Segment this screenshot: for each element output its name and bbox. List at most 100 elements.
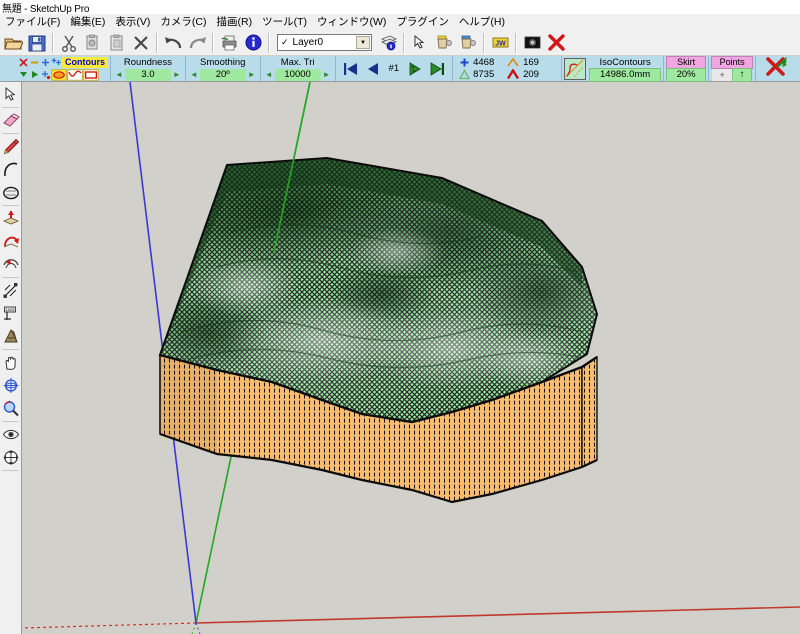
plus-dot-icon[interactable] (40, 69, 51, 80)
page-label: #1 (388, 63, 400, 74)
menu-file[interactable]: ファイル(F) (0, 14, 65, 30)
info-button[interactable] (241, 31, 265, 55)
undo-button[interactable] (161, 31, 185, 55)
paint-button[interactable] (432, 31, 456, 55)
menu-view[interactable]: 表示(V) (110, 14, 155, 30)
left-tool-palette: 1025 (0, 82, 22, 634)
tool-walk[interactable] (0, 446, 21, 469)
tool-scale[interactable] (0, 279, 21, 302)
chevron-down-icon[interactable]: ▼ (356, 36, 370, 49)
eraser-icon (460, 35, 476, 49)
contour-preview-button[interactable] (564, 57, 589, 80)
max-tri-decrement[interactable]: ◄ (263, 70, 275, 79)
window-title: 無題 - SketchUp Pro (2, 3, 90, 15)
smoothing-group: Smoothing ◄ 20º ► (186, 56, 261, 81)
plus-stack-icon[interactable] (51, 57, 62, 68)
plugin-close-group (756, 56, 796, 81)
menu-camera[interactable]: カメラ(C) (155, 14, 211, 30)
scale-icon (3, 283, 17, 298)
rect-shape-icon[interactable] (83, 68, 99, 81)
toolbar-separator (212, 32, 214, 53)
tool-circle[interactable] (0, 181, 21, 204)
tool-orbit[interactable] (0, 374, 21, 397)
nav-prev-button[interactable] (362, 61, 384, 77)
dash-icon[interactable] (29, 57, 40, 68)
blob-shape-icon[interactable] (51, 68, 67, 81)
plus-small-icon[interactable] (40, 57, 51, 68)
nav-last-button[interactable] (426, 61, 448, 77)
cut-button[interactable] (57, 31, 81, 55)
menu-plugins[interactable]: プラグイン (391, 14, 454, 30)
curve-shape-icon[interactable] (67, 68, 83, 81)
max-tri-value[interactable]: 10000 (274, 68, 321, 81)
triangle-down-icon[interactable] (18, 69, 29, 80)
play-icon[interactable] (29, 69, 40, 80)
open-button[interactable] (1, 31, 25, 55)
model-viewport[interactable] (22, 82, 800, 634)
max-tri-increment[interactable]: ► (321, 70, 333, 79)
check-icon: ✓ (281, 37, 289, 47)
soft-edge-icon (507, 57, 519, 67)
soft-edges-count: 169 (523, 57, 539, 68)
mesh-statistics: 4468 169 8735 209 (453, 56, 563, 81)
menu-tools[interactable]: ツール(T) (257, 14, 312, 30)
nav-prev-icon (367, 62, 378, 75)
close-render-button[interactable] (544, 31, 568, 55)
svg-text:JW: JW (495, 40, 506, 47)
print-button[interactable] (217, 31, 241, 55)
contours-label[interactable]: Contours (62, 57, 108, 68)
menu-edit[interactable]: 編集(E) (65, 14, 110, 30)
delete-button[interactable] (129, 31, 153, 55)
toolbar-separator (268, 32, 270, 53)
roundness-increment[interactable]: ► (171, 70, 183, 79)
tool-pencil[interactable] (0, 135, 21, 158)
main-toolbar: ✓ Layer0 ▼ JW (0, 30, 800, 56)
tool-rotate[interactable] (0, 230, 21, 253)
nav-next-icon (409, 61, 421, 76)
tool-select[interactable] (0, 83, 21, 106)
isocontours-value[interactable]: 14986.0mm (589, 67, 662, 82)
tool-text[interactable] (0, 325, 21, 348)
points-minus-button[interactable]: + (712, 68, 733, 81)
tool-eraser[interactable] (0, 109, 21, 132)
points-plus-icon (460, 58, 469, 67)
menu-window[interactable]: ウィンドウ(W) (312, 14, 391, 30)
x-mark-icon[interactable] (18, 57, 29, 68)
nav-next-button[interactable] (404, 61, 426, 77)
tool-pan[interactable] (0, 351, 21, 374)
roundness-decrement[interactable]: ◄ (113, 70, 125, 79)
info-icon (245, 34, 261, 51)
save-button[interactable] (25, 31, 49, 55)
points-plus-button[interactable]: ↑ (732, 67, 753, 82)
layers-manager-button[interactable] (376, 31, 400, 55)
tool-offset[interactable] (0, 253, 21, 276)
menu-help[interactable]: ヘルプ(H) (454, 14, 510, 30)
copy-button[interactable] (81, 31, 105, 55)
tool-zoom[interactable] (0, 397, 21, 420)
jw-button[interactable]: JW (488, 31, 512, 55)
paste-button[interactable] (105, 31, 129, 55)
skirt-value[interactable]: 20% (666, 67, 707, 82)
roundness-value[interactable]: 3.0 (124, 68, 171, 81)
eraser-tool-button[interactable] (456, 31, 480, 55)
tool-look[interactable] (0, 423, 21, 446)
tool-pushpull[interactable] (0, 207, 21, 230)
pencil-icon (3, 138, 19, 155)
layer-control: ✓ Layer0 ▼ (277, 34, 372, 51)
redo-button[interactable] (185, 31, 209, 55)
smoothing-value[interactable]: 20º (199, 68, 246, 81)
plugin-close-button[interactable] (764, 56, 788, 81)
smoothing-decrement[interactable]: ◄ (188, 70, 200, 79)
menu-draw[interactable]: 描画(R) (212, 14, 258, 30)
push-pull-icon (2, 210, 19, 225)
points-group: Points + ↑ (709, 56, 757, 82)
render-button[interactable] (520, 31, 544, 55)
select-tool-button[interactable] (408, 31, 432, 55)
layer-select[interactable]: ✓ Layer0 ▼ (277, 34, 372, 51)
tool-dimension[interactable]: 1025 (0, 302, 21, 325)
red-x-icon (547, 34, 565, 51)
offset-icon (2, 259, 19, 269)
smoothing-increment[interactable]: ► (246, 70, 258, 79)
tool-arc[interactable] (0, 158, 21, 181)
nav-first-button[interactable] (340, 61, 362, 77)
